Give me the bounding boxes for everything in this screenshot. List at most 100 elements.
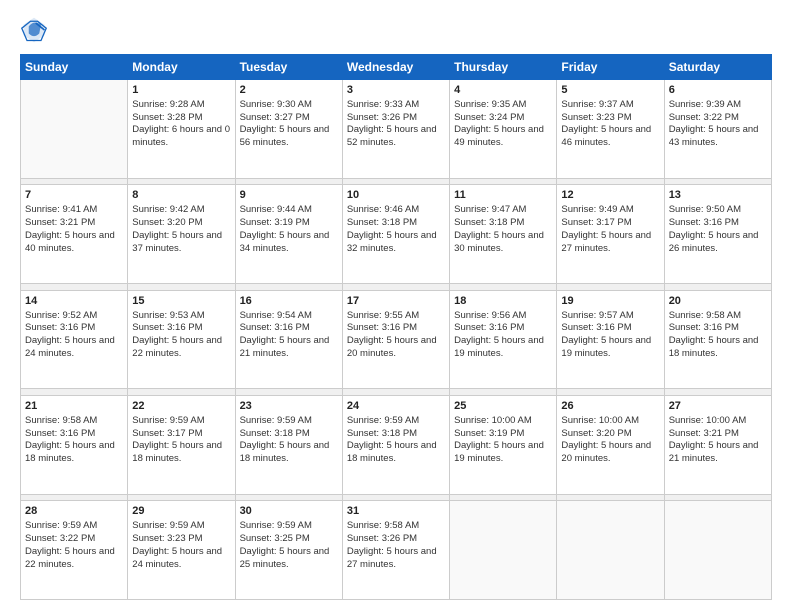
divider-cell [450, 178, 557, 185]
day-number: 21 [25, 399, 123, 414]
divider-cell [21, 494, 128, 501]
day-number: 20 [669, 294, 767, 309]
day-number: 10 [347, 188, 445, 203]
calendar-cell [664, 501, 771, 600]
divider-cell [21, 283, 128, 290]
day-info: Sunrise: 9:50 AMSunset: 3:16 PMDaylight:… [669, 204, 759, 253]
week-divider [21, 494, 772, 501]
calendar-cell: 13Sunrise: 9:50 AMSunset: 3:16 PMDayligh… [664, 185, 771, 284]
calendar-cell: 21Sunrise: 9:58 AMSunset: 3:16 PMDayligh… [21, 395, 128, 494]
day-number: 17 [347, 294, 445, 309]
logo [20, 16, 52, 44]
day-number: 6 [669, 83, 767, 98]
calendar-cell: 26Sunrise: 10:00 AMSunset: 3:20 PMDaylig… [557, 395, 664, 494]
day-info: Sunrise: 9:57 AMSunset: 3:16 PMDaylight:… [561, 310, 651, 359]
day-info: Sunrise: 9:37 AMSunset: 3:23 PMDaylight:… [561, 99, 651, 148]
day-info: Sunrise: 9:42 AMSunset: 3:20 PMDaylight:… [132, 204, 222, 253]
page: SundayMondayTuesdayWednesdayThursdayFrid… [0, 0, 792, 612]
day-info: Sunrise: 9:54 AMSunset: 3:16 PMDaylight:… [240, 310, 330, 359]
day-number: 30 [240, 504, 338, 519]
day-number: 28 [25, 504, 123, 519]
calendar-cell: 30Sunrise: 9:59 AMSunset: 3:25 PMDayligh… [235, 501, 342, 600]
day-number: 25 [454, 399, 552, 414]
calendar-cell: 10Sunrise: 9:46 AMSunset: 3:18 PMDayligh… [342, 185, 449, 284]
day-info: Sunrise: 9:56 AMSunset: 3:16 PMDaylight:… [454, 310, 544, 359]
day-info: Sunrise: 9:47 AMSunset: 3:18 PMDaylight:… [454, 204, 544, 253]
divider-cell [128, 178, 235, 185]
day-info: Sunrise: 10:00 AMSunset: 3:21 PMDaylight… [669, 415, 759, 464]
logo-icon [20, 16, 48, 44]
divider-cell [235, 389, 342, 396]
divider-cell [342, 178, 449, 185]
day-number: 29 [132, 504, 230, 519]
day-number: 31 [347, 504, 445, 519]
day-info: Sunrise: 9:55 AMSunset: 3:16 PMDaylight:… [347, 310, 437, 359]
day-number: 2 [240, 83, 338, 98]
calendar-cell: 3Sunrise: 9:33 AMSunset: 3:26 PMDaylight… [342, 80, 449, 179]
calendar-cell: 18Sunrise: 9:56 AMSunset: 3:16 PMDayligh… [450, 290, 557, 389]
day-number: 26 [561, 399, 659, 414]
day-number: 1 [132, 83, 230, 98]
calendar-cell: 25Sunrise: 10:00 AMSunset: 3:19 PMDaylig… [450, 395, 557, 494]
day-info: Sunrise: 9:46 AMSunset: 3:18 PMDaylight:… [347, 204, 437, 253]
calendar-cell: 6Sunrise: 9:39 AMSunset: 3:22 PMDaylight… [664, 80, 771, 179]
divider-cell [450, 389, 557, 396]
day-info: Sunrise: 9:28 AMSunset: 3:28 PMDaylight:… [132, 99, 230, 148]
calendar-cell: 5Sunrise: 9:37 AMSunset: 3:23 PMDaylight… [557, 80, 664, 179]
week-row-2: 7Sunrise: 9:41 AMSunset: 3:21 PMDaylight… [21, 185, 772, 284]
divider-cell [235, 178, 342, 185]
divider-cell [450, 283, 557, 290]
day-number: 12 [561, 188, 659, 203]
day-number: 19 [561, 294, 659, 309]
day-number: 13 [669, 188, 767, 203]
day-info: Sunrise: 9:41 AMSunset: 3:21 PMDaylight:… [25, 204, 115, 253]
weekday-header-row: SundayMondayTuesdayWednesdayThursdayFrid… [21, 55, 772, 80]
day-number: 16 [240, 294, 338, 309]
calendar-cell [557, 501, 664, 600]
calendar-cell: 9Sunrise: 9:44 AMSunset: 3:19 PMDaylight… [235, 185, 342, 284]
divider-cell [557, 178, 664, 185]
day-info: Sunrise: 9:30 AMSunset: 3:27 PMDaylight:… [240, 99, 330, 148]
calendar-cell: 4Sunrise: 9:35 AMSunset: 3:24 PMDaylight… [450, 80, 557, 179]
day-info: Sunrise: 9:58 AMSunset: 3:16 PMDaylight:… [25, 415, 115, 464]
calendar-cell: 24Sunrise: 9:59 AMSunset: 3:18 PMDayligh… [342, 395, 449, 494]
calendar-cell: 17Sunrise: 9:55 AMSunset: 3:16 PMDayligh… [342, 290, 449, 389]
day-info: Sunrise: 9:52 AMSunset: 3:16 PMDaylight:… [25, 310, 115, 359]
calendar-cell [21, 80, 128, 179]
day-info: Sunrise: 9:59 AMSunset: 3:25 PMDaylight:… [240, 520, 330, 569]
day-number: 9 [240, 188, 338, 203]
divider-cell [128, 494, 235, 501]
day-info: Sunrise: 9:58 AMSunset: 3:16 PMDaylight:… [669, 310, 759, 359]
calendar-cell: 28Sunrise: 9:59 AMSunset: 3:22 PMDayligh… [21, 501, 128, 600]
day-number: 11 [454, 188, 552, 203]
divider-cell [664, 494, 771, 501]
day-info: Sunrise: 9:44 AMSunset: 3:19 PMDaylight:… [240, 204, 330, 253]
day-number: 15 [132, 294, 230, 309]
day-info: Sunrise: 9:58 AMSunset: 3:26 PMDaylight:… [347, 520, 437, 569]
week-row-1: 1Sunrise: 9:28 AMSunset: 3:28 PMDaylight… [21, 80, 772, 179]
calendar-cell [450, 501, 557, 600]
weekday-header-friday: Friday [557, 55, 664, 80]
day-info: Sunrise: 9:49 AMSunset: 3:17 PMDaylight:… [561, 204, 651, 253]
divider-cell [557, 494, 664, 501]
calendar-cell: 8Sunrise: 9:42 AMSunset: 3:20 PMDaylight… [128, 185, 235, 284]
calendar-cell: 11Sunrise: 9:47 AMSunset: 3:18 PMDayligh… [450, 185, 557, 284]
day-info: Sunrise: 9:33 AMSunset: 3:26 PMDaylight:… [347, 99, 437, 148]
calendar-table: SundayMondayTuesdayWednesdayThursdayFrid… [20, 54, 772, 600]
calendar-cell: 15Sunrise: 9:53 AMSunset: 3:16 PMDayligh… [128, 290, 235, 389]
day-info: Sunrise: 10:00 AMSunset: 3:20 PMDaylight… [561, 415, 651, 464]
day-info: Sunrise: 9:59 AMSunset: 3:17 PMDaylight:… [132, 415, 222, 464]
calendar-cell: 12Sunrise: 9:49 AMSunset: 3:17 PMDayligh… [557, 185, 664, 284]
weekday-header-wednesday: Wednesday [342, 55, 449, 80]
week-divider [21, 178, 772, 185]
day-info: Sunrise: 9:59 AMSunset: 3:22 PMDaylight:… [25, 520, 115, 569]
day-info: Sunrise: 9:53 AMSunset: 3:16 PMDaylight:… [132, 310, 222, 359]
day-number: 14 [25, 294, 123, 309]
day-info: Sunrise: 9:35 AMSunset: 3:24 PMDaylight:… [454, 99, 544, 148]
day-number: 4 [454, 83, 552, 98]
week-row-5: 28Sunrise: 9:59 AMSunset: 3:22 PMDayligh… [21, 501, 772, 600]
day-number: 7 [25, 188, 123, 203]
divider-cell [664, 178, 771, 185]
calendar-cell: 16Sunrise: 9:54 AMSunset: 3:16 PMDayligh… [235, 290, 342, 389]
divider-cell [557, 283, 664, 290]
